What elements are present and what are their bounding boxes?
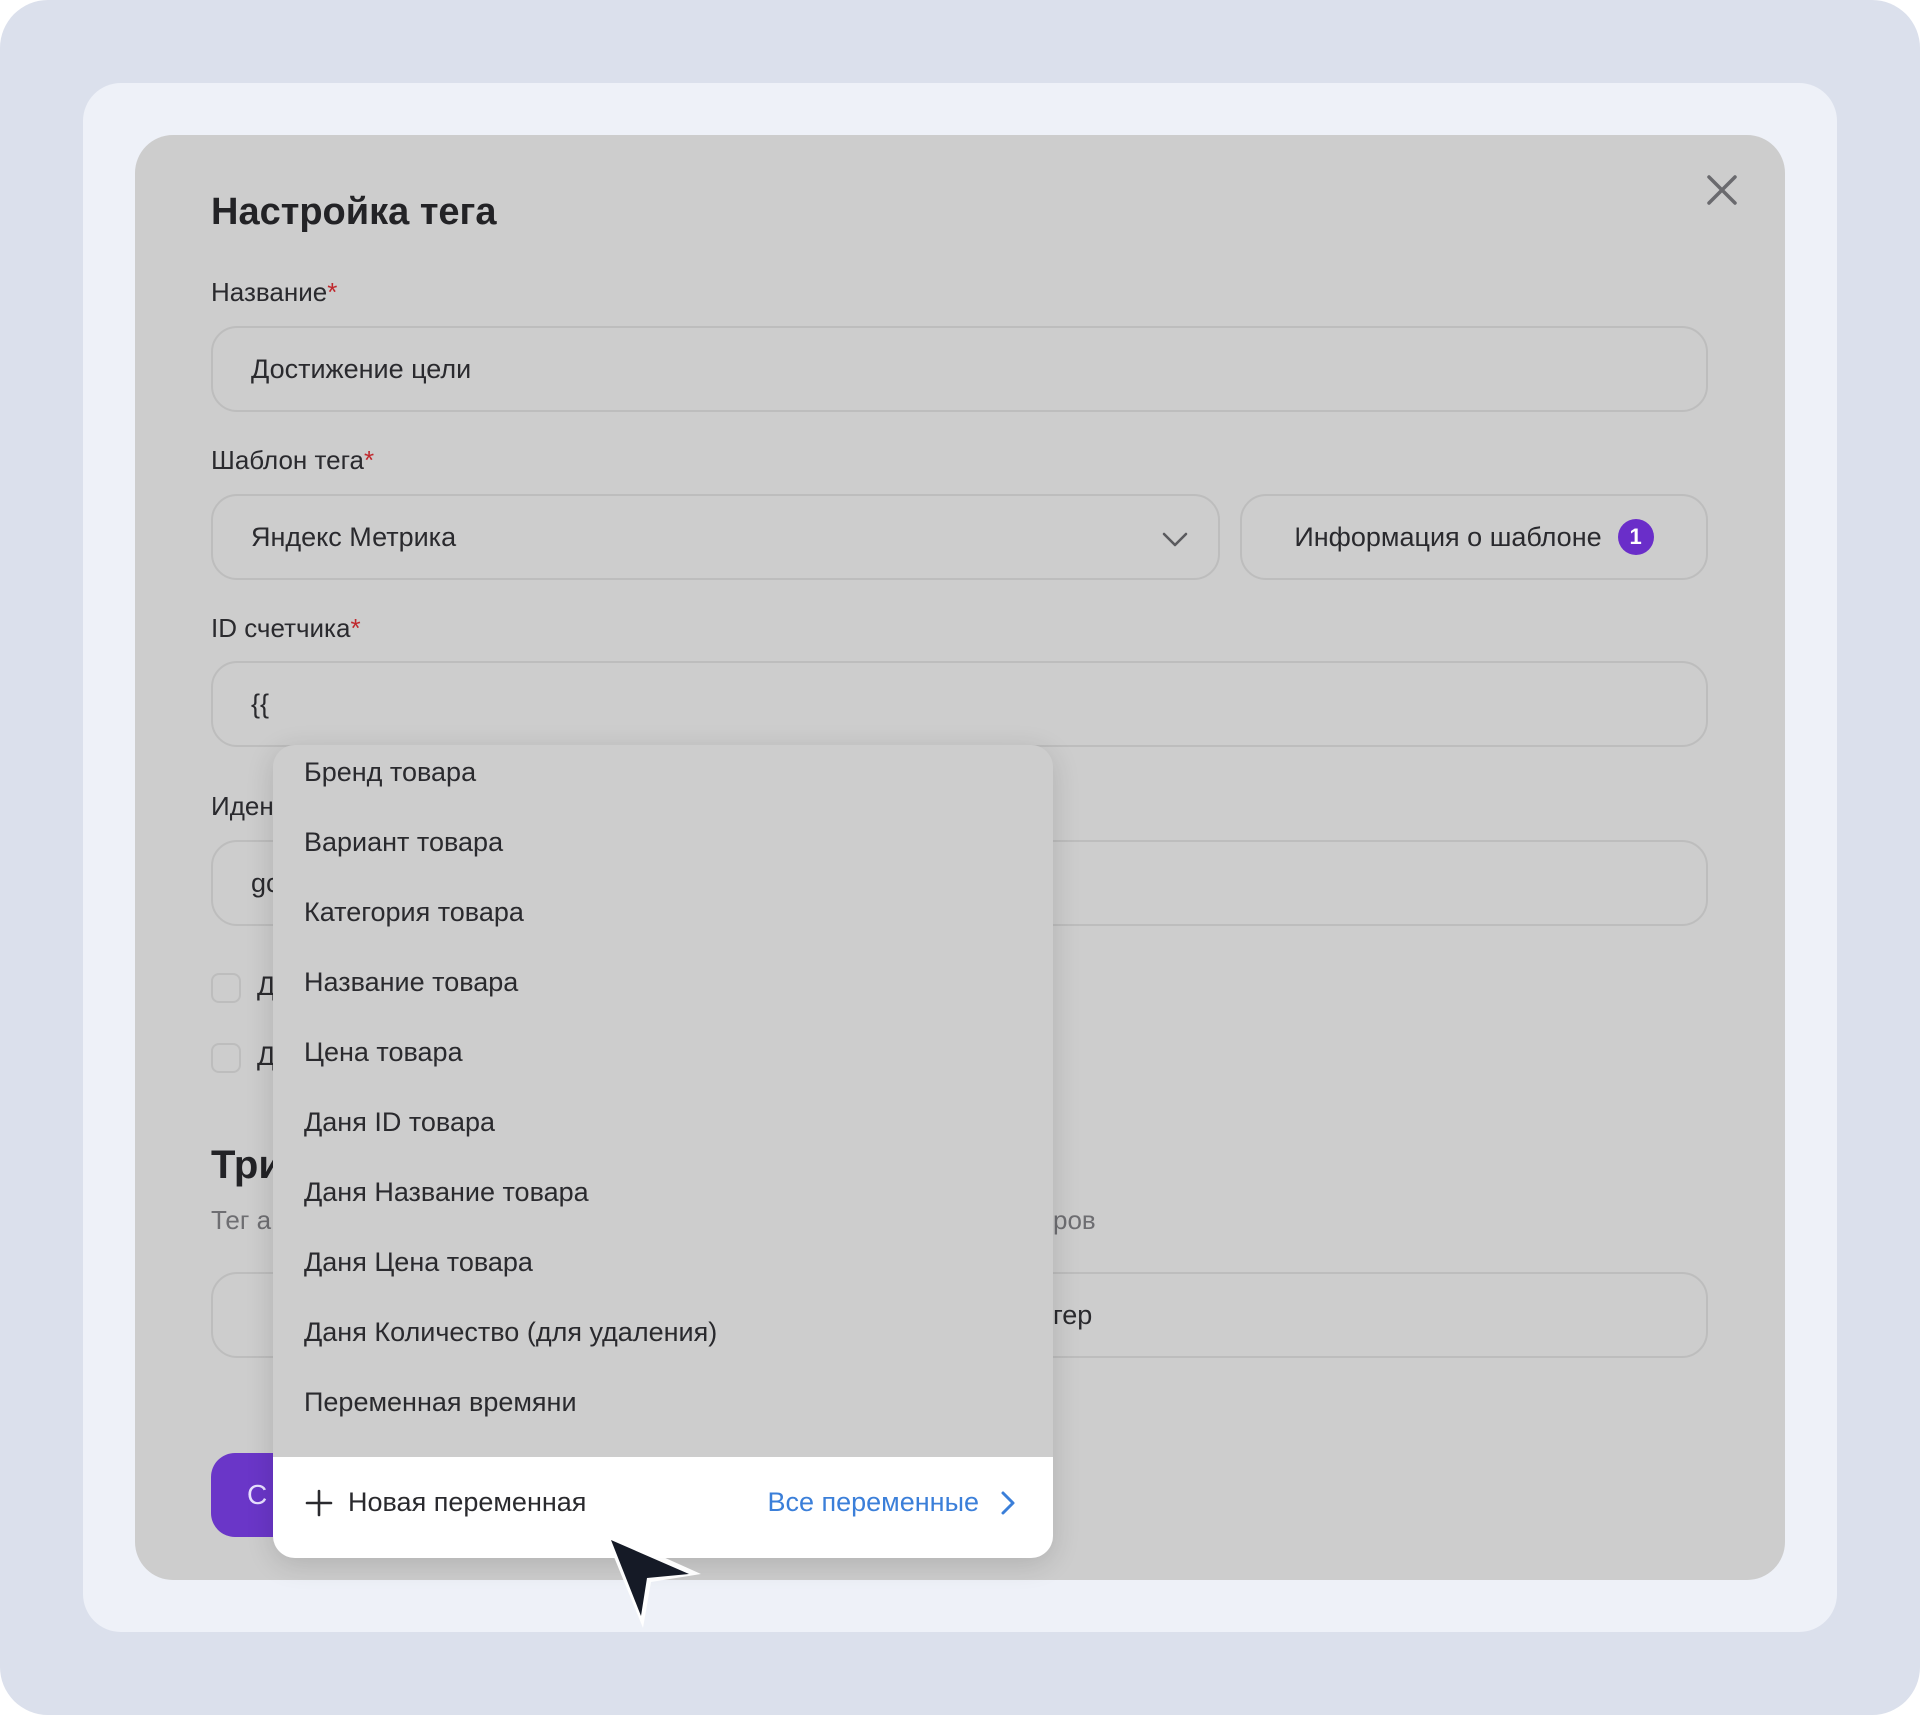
template-info-badge: 1 — [1617, 519, 1654, 555]
variable-item[interactable]: Переменная времяни — [304, 1387, 577, 1418]
counter-id-input[interactable]: {{ — [211, 661, 1708, 747]
counter-id-field-label: ID счетчика* — [211, 613, 361, 644]
triggers-section-subtitle-end: ров — [1053, 1205, 1096, 1235]
required-mark: * — [327, 277, 338, 307]
dialog-title: Настройка тега — [211, 191, 497, 233]
chevron-right-icon — [1001, 1491, 1015, 1514]
variable-item[interactable]: Название товара — [304, 967, 518, 998]
trigger-select-value: гер — [1053, 1299, 1093, 1330]
variable-item[interactable]: Даня Название товара — [304, 1177, 589, 1208]
template-label-text: Шаблон тега — [211, 445, 364, 475]
name-input-value: Достижение цели — [251, 353, 472, 384]
checkbox-1[interactable] — [211, 973, 241, 1003]
required-mark: * — [363, 445, 375, 475]
variable-item[interactable]: Даня ID товара — [304, 1107, 495, 1138]
counter-id-label-text: ID счетчика — [211, 613, 351, 643]
all-variables-link[interactable]: Все переменные — [767, 1487, 1017, 1518]
variable-item[interactable]: Вариант товара — [304, 827, 503, 858]
triggers-section-subtitle: Тег а — [211, 1205, 272, 1235]
name-label-text: Название — [211, 277, 328, 307]
counter-id-input-value: {{ — [251, 688, 270, 719]
mouse-cursor-icon — [603, 1530, 701, 1628]
chevron-down-icon — [1162, 532, 1188, 547]
variable-item[interactable]: Категория товара — [304, 897, 524, 928]
variable-item[interactable]: Даня Количество (для удаления) — [304, 1317, 717, 1348]
template-info-label: Информация о шаблоне — [1294, 521, 1602, 552]
name-input[interactable]: Достижение цели — [211, 326, 1708, 412]
template-select-value: Яндекс Метрика — [251, 521, 457, 552]
plus-icon — [305, 1489, 333, 1516]
variable-item[interactable]: Цена товара — [304, 1037, 463, 1068]
variable-item[interactable]: Даня Цена товара — [304, 1247, 533, 1278]
template-info-button[interactable]: Информация о шаблоне 1 — [1240, 494, 1708, 580]
new-variable-button[interactable]: Новая переменная — [304, 1487, 586, 1518]
variables-dropdown: Бренд товара Вариант товара Категория то… — [273, 745, 1053, 1558]
save-button-label: С — [247, 1479, 268, 1510]
required-mark: * — [350, 613, 361, 643]
new-variable-label: Новая переменная — [348, 1487, 587, 1517]
checkbox-2[interactable] — [211, 1043, 241, 1073]
all-variables-label: Все переменные — [767, 1487, 979, 1517]
template-select[interactable]: Яндекс Метрика — [211, 494, 1220, 580]
variable-item[interactable]: Бренд товара — [304, 757, 476, 788]
close-icon[interactable] — [1695, 163, 1749, 217]
identifier-field-label: Иден — [211, 791, 274, 821]
template-field-label: Шаблон тега* — [211, 445, 374, 476]
name-field-label: Название* — [211, 277, 337, 308]
